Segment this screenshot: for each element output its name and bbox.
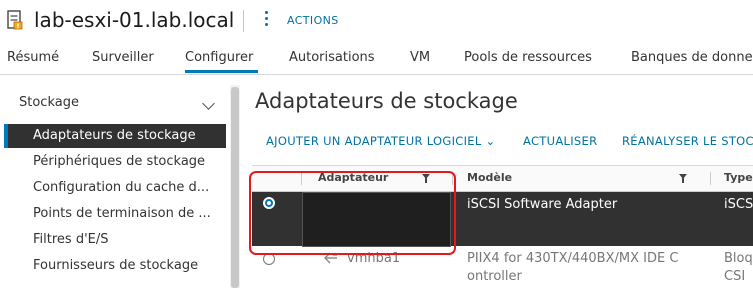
kebab-menu-icon[interactable] — [263, 11, 269, 31]
adapter-model-continued: ontroller — [467, 269, 522, 284]
adapter-type-continued: CSI — [724, 269, 746, 284]
tab-summary[interactable]: Résumé — [7, 49, 59, 67]
configure-sidebar: Stockage Adaptateurs de stockage Périphé… — [0, 75, 228, 288]
tab-configure[interactable]: Configurer — [185, 49, 253, 67]
tab-permissions[interactable]: Autorisations — [289, 49, 375, 67]
column-divider[interactable] — [710, 172, 711, 185]
add-software-adapter-label: AJOUTER UN ADAPTATEUR LOGICIEL — [266, 134, 482, 148]
adapter-type: iSCS — [724, 197, 753, 212]
column-header-type[interactable]: Type — [724, 171, 753, 184]
tab-vms[interactable]: VM — [410, 49, 430, 67]
sidebar-item-io-filters[interactable]: Filtres d'E/S — [4, 228, 226, 252]
sidebar-item-label: Points de terminaison de ... — [33, 206, 211, 221]
sidebar-item-label: Filtres d'E/S — [33, 232, 109, 247]
tab-bar: Résumé Surveiller Configurer Autorisatio… — [0, 42, 753, 75]
host-icon — [7, 10, 23, 30]
column-header-model[interactable]: Modèle — [467, 171, 512, 184]
sidebar-item-label: Adaptateurs de stockage — [33, 128, 196, 143]
sidebar-item-endpoints[interactable]: Points de terminaison de ... — [4, 202, 226, 226]
chevron-down-icon[interactable] — [202, 97, 215, 110]
sidebar-item-storage-adapters[interactable]: Adaptateurs de stockage — [4, 124, 226, 148]
tab-monitor[interactable]: Surveiller — [92, 49, 154, 67]
adapter-model: PIIX4 for 430TX/440BX/MX IDE C — [467, 251, 679, 266]
sidebar-item-cache-configuration[interactable]: Configuration du cache d... — [4, 176, 226, 200]
actions-menu-button[interactable]: ACTIONS — [287, 13, 339, 29]
tab-resource-pools[interactable]: Pools de ressources — [464, 49, 592, 67]
sidebar-scrollbar-thumb[interactable] — [231, 87, 239, 288]
add-software-adapter-button[interactable]: AJOUTER UN ADAPTATEUR LOGICIEL ⌄ — [266, 134, 495, 148]
refresh-button[interactable]: ACTUALISER — [523, 134, 597, 148]
adapter-type: Bloq — [724, 251, 753, 266]
object-header: lab-esxi-01.lab.local ACTIONS — [0, 0, 753, 42]
rescan-storage-button[interactable]: RÉANALYSER LE STOC — [622, 134, 753, 148]
page-title: Adaptateurs de stockage — [255, 89, 518, 113]
host-name-title: lab-esxi-01.lab.local — [34, 8, 235, 32]
annotation-highlight-box — [249, 171, 456, 255]
header-divider — [243, 10, 244, 32]
sidebar-item-storage-providers[interactable]: Fournisseurs de stockage — [4, 254, 226, 278]
sidebar-item-label: Fournisseurs de stockage — [33, 258, 199, 273]
sidebar-item-label: Configuration du cache d... — [33, 180, 210, 195]
active-tab-indicator — [185, 70, 258, 73]
chevron-down-icon: ⌄ — [485, 134, 496, 148]
tab-datastores[interactable]: Banques de donne — [631, 49, 753, 67]
sidebar-section-storage[interactable]: Stockage — [19, 95, 79, 111]
adapter-model: iSCSI Software Adapter — [467, 197, 618, 212]
sidebar-item-storage-devices[interactable]: Périphériques de stockage — [4, 150, 226, 174]
sidebar-item-label: Périphériques de stockage — [33, 154, 206, 169]
filter-icon[interactable] — [679, 174, 687, 183]
